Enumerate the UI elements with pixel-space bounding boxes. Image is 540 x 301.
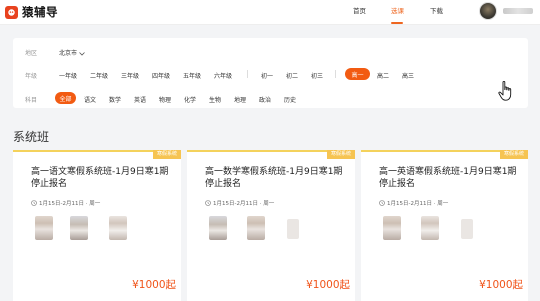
subject-option-politics[interactable]: 政治 bbox=[259, 95, 271, 104]
clock-icon bbox=[31, 200, 37, 206]
hand-pointer-icon bbox=[498, 81, 512, 101]
nav-download[interactable]: 下载 bbox=[430, 5, 443, 15]
subject-label: 科目 bbox=[25, 97, 38, 104]
nav-courses[interactable]: 选课 bbox=[391, 5, 404, 15]
subject-option-english[interactable]: 英语 bbox=[134, 95, 146, 104]
grade-option-6[interactable]: 六年级 bbox=[214, 71, 232, 80]
card-badge: 寒假系统 bbox=[499, 150, 528, 159]
card-price: ¥1000起 bbox=[132, 279, 176, 291]
card-price: ¥1000起 bbox=[306, 279, 350, 291]
top-header: 猿辅导 首页 选课 下载 bbox=[0, 0, 540, 25]
subject-option-all-selected[interactable]: 全部 bbox=[55, 92, 76, 104]
region-label: 地区 bbox=[25, 50, 38, 57]
grade-divider bbox=[247, 70, 248, 78]
grade-option-high-2[interactable]: 高二 bbox=[377, 71, 389, 80]
grade-option-3[interactable]: 三年级 bbox=[121, 71, 139, 80]
region-select[interactable]: 北京市 bbox=[59, 48, 85, 57]
logo-icon bbox=[5, 5, 18, 19]
teacher-avatar bbox=[287, 219, 299, 239]
grade-label: 年级 bbox=[25, 73, 38, 80]
teacher-avatar bbox=[70, 216, 88, 240]
card-date-text: 1月15日-2月11日 · 周一 bbox=[387, 201, 449, 207]
teacher-avatar bbox=[109, 216, 127, 240]
teacher-avatar bbox=[383, 216, 401, 240]
card-price: ¥1000起 bbox=[479, 279, 523, 291]
section-title: 系统班 bbox=[13, 130, 50, 144]
logo-text: 猿辅导 bbox=[22, 5, 58, 19]
subject-option-history[interactable]: 历史 bbox=[284, 95, 296, 104]
subject-option-chemistry[interactable]: 化学 bbox=[184, 95, 196, 104]
course-card[interactable]: 寒假系统 高一数学寒假系统班-1月9日寒1期停止报名 1月15日-2月11日 ·… bbox=[187, 150, 355, 301]
subject-option-physics[interactable]: 物理 bbox=[159, 95, 171, 104]
card-badge: 寒假系统 bbox=[152, 150, 181, 159]
grade-option-2[interactable]: 二年级 bbox=[90, 71, 108, 80]
card-title[interactable]: 高一语文寒假系统班-1月9日寒1期停止报名 bbox=[31, 166, 173, 190]
card-title[interactable]: 高一英语寒假系统班-1月9日寒1期停止报名 bbox=[379, 166, 521, 190]
card-date-text: 1月15日-2月11日 · 周一 bbox=[39, 201, 101, 207]
logo[interactable]: 猿辅导 bbox=[5, 4, 58, 20]
grade-option-5[interactable]: 五年级 bbox=[183, 71, 201, 80]
card-badge: 寒假系统 bbox=[326, 150, 355, 159]
grade-divider bbox=[335, 70, 336, 78]
username-blurred[interactable] bbox=[503, 8, 533, 14]
clock-icon bbox=[379, 200, 385, 206]
nav-active-indicator bbox=[391, 22, 403, 24]
teacher-avatar bbox=[247, 216, 265, 240]
card-date-text: 1月15日-2月11日 · 周一 bbox=[213, 201, 275, 207]
card-schedule: 1月15日-2月11日 · 周一 bbox=[379, 199, 448, 207]
course-card[interactable]: 寒假系统 高一英语寒假系统班-1月9日寒1期停止报名 1月15日-2月11日 ·… bbox=[361, 150, 528, 301]
subject-option-biology[interactable]: 生物 bbox=[209, 95, 221, 104]
subject-option-chinese[interactable]: 语文 bbox=[84, 95, 96, 104]
subject-option-geography[interactable]: 地理 bbox=[234, 95, 246, 104]
card-title[interactable]: 高一数学寒假系统班-1月9日寒1期停止报名 bbox=[205, 166, 347, 190]
grade-option-high-3[interactable]: 高三 bbox=[402, 71, 414, 80]
clock-icon bbox=[205, 200, 211, 206]
subject-option-math[interactable]: 数学 bbox=[109, 95, 121, 104]
teacher-avatar bbox=[461, 219, 473, 239]
grade-option-4[interactable]: 四年级 bbox=[152, 71, 170, 80]
card-schedule: 1月15日-2月11日 · 周一 bbox=[205, 199, 274, 207]
teacher-avatar bbox=[35, 216, 53, 240]
grade-option-middle-2[interactable]: 初二 bbox=[286, 71, 298, 80]
teacher-avatar bbox=[421, 216, 439, 240]
grade-option-high-1-selected[interactable]: 高一 bbox=[345, 68, 370, 80]
nav-home[interactable]: 首页 bbox=[353, 5, 366, 15]
grade-option-1[interactable]: 一年级 bbox=[59, 71, 77, 80]
avatar[interactable] bbox=[479, 2, 497, 20]
course-filter-panel: 地区 北京市 年级 一年级 二年级 三年级 四年级 五年级 六年级 初一 初二 … bbox=[13, 38, 528, 108]
chevron-down-icon bbox=[79, 51, 85, 56]
card-schedule: 1月15日-2月11日 · 周一 bbox=[31, 199, 100, 207]
grade-option-middle-3[interactable]: 初三 bbox=[311, 71, 323, 80]
teacher-avatar bbox=[209, 216, 227, 240]
grade-option-middle-1[interactable]: 初一 bbox=[261, 71, 273, 80]
region-value: 北京市 bbox=[59, 50, 78, 57]
course-card[interactable]: 寒假系统 高一语文寒假系统班-1月9日寒1期停止报名 1月15日-2月11日 ·… bbox=[13, 150, 181, 301]
